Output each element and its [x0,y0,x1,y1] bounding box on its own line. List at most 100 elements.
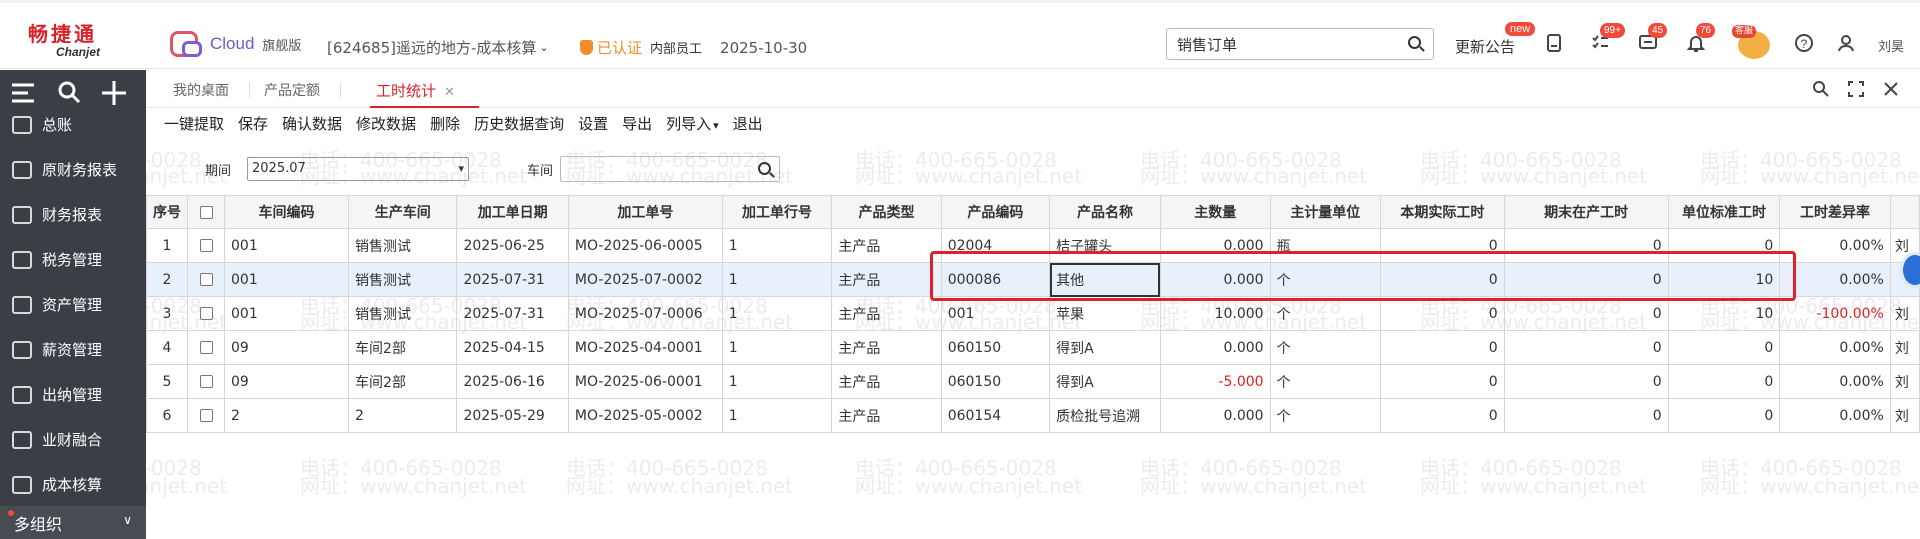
table-cell[interactable]: 销售测试 [348,228,458,263]
table-cell[interactable]: MO-2025-05-0002 [567,398,723,433]
table-cell[interactable]: 0.00% [1779,228,1891,263]
announcement-link[interactable]: 更新公告 new [1455,22,1536,57]
period-select[interactable]: 2025.07 ▾ [247,157,469,181]
tab-product-quota[interactable]: 产品定额 [264,80,320,100]
workshop-search-icon[interactable] [757,161,775,179]
table-cell[interactable]: 10 [1667,262,1781,297]
table-cell[interactable]: 1 [721,262,833,297]
menu-collapse-icon[interactable] [8,75,44,111]
search-icon[interactable] [1407,35,1425,53]
table-cell[interactable]: 个 [1269,330,1382,365]
table-cell[interactable]: 桔子罐头 [1049,228,1161,263]
table-cell[interactable]: 6 [146,398,188,433]
table-cell[interactable]: 2025-05-29 [456,398,569,433]
row-select-cell[interactable] [187,296,225,331]
sidebar-item-tax[interactable]: 税务管理 [0,237,146,282]
org-switcher[interactable]: 多组织 ∨ [0,506,146,539]
table-cell[interactable]: 0 [1380,330,1505,365]
table-row[interactable]: 5 09 车间2部 2025-06-16 MO-2025-06-0001 1 主产品 0601… [146,364,1920,399]
sidebar-item-assets[interactable]: 资产管理 [0,282,146,327]
col-header[interactable]: 加工单号 [567,195,723,229]
table-cell[interactable]: 个 [1269,296,1382,331]
tab-work-hours[interactable]: 工时统计 ✕ [370,80,479,108]
table-cell[interactable]: 0.00% [1779,262,1891,297]
sidebar-item-salary[interactable]: 薪资管理 [0,327,146,372]
table-row[interactable]: 3 001 销售测试 2025-07-31 MO-2025-07-0006 1 主产品 001… [146,296,1920,331]
table-cell[interactable]: 2025-04-15 [456,330,569,365]
user-icon[interactable] [1836,33,1856,53]
row-checkbox[interactable] [199,375,213,388]
table-cell[interactable]: 0 [1503,364,1669,399]
col-header[interactable]: 加工单日期 [456,195,569,229]
table-cell[interactable]: 0.00% [1779,364,1891,399]
table-cell[interactable]: 主产品 [831,330,942,365]
col-header[interactable]: 生产车间 [348,195,458,229]
table-cell[interactable]: 1 [721,364,833,399]
table-cell[interactable]: 0 [1667,364,1781,399]
tab-search-icon[interactable] [1812,80,1830,103]
table-cell[interactable]: 刘 [1889,364,1920,399]
table-cell[interactable]: 0.00% [1779,330,1891,365]
table-cell[interactable]: 1 [146,228,188,263]
table-cell[interactable]: 苹果 [1049,296,1161,331]
modify-data-button[interactable]: 修改数据 [356,113,416,135]
table-cell[interactable]: 4 [146,330,188,365]
col-header[interactable]: 主数量 [1159,195,1271,229]
global-search-input[interactable] [1167,29,1397,59]
table-cell[interactable]: 主产品 [831,398,942,433]
table-cell[interactable]: 车间2部 [348,330,458,365]
table-cell[interactable]: 2 [348,398,458,433]
sidebar-search-icon[interactable] [52,75,88,111]
row-checkbox[interactable] [199,239,213,252]
table-cell[interactable]: 09 [223,330,350,365]
table-cell[interactable]: 0.000 [1159,262,1271,297]
col-header[interactable]: 期末在产工时 [1503,195,1669,229]
customer-service-avatar[interactable]: 客服 [1732,25,1772,61]
table-cell[interactable]: 0 [1503,330,1669,365]
confirm-data-button[interactable]: 确认数据 [282,113,342,135]
table-cell[interactable]: 3 [146,296,188,331]
table-cell[interactable]: 0 [1380,262,1505,297]
table-cell[interactable]: 个 [1269,262,1382,297]
col-header[interactable]: 车间编码 [223,195,350,229]
col-header[interactable]: 主计量单位 [1269,195,1382,229]
table-cell[interactable]: 0.000 [1159,228,1271,263]
table-cell[interactable]: 1 [721,296,833,331]
table-row[interactable]: 4 09 车间2部 2025-04-15 MO-2025-04-0001 1 主产品 0601… [146,330,1920,365]
table-cell[interactable]: 001 [223,228,350,263]
chanjet-logo[interactable]: 畅捷通 Chanjet [28,23,128,59]
table-cell[interactable]: 0 [1380,364,1505,399]
table-cell[interactable]: MO-2025-07-0006 [567,296,723,331]
table-cell[interactable]: 10 [1667,296,1781,331]
extract-button[interactable]: 一键提取 [164,113,224,135]
history-query-button[interactable]: 历史数据查询 [474,113,564,135]
tab-desktop[interactable]: 我的桌面 [173,80,229,100]
table-cell[interactable]: 瓶 [1269,228,1382,263]
message-icon[interactable]: 45 [1638,23,1668,53]
table-cell[interactable]: 0 [1667,228,1781,263]
table-cell[interactable]: 2 [146,262,188,297]
table-cell[interactable]: 2025-06-16 [456,364,569,399]
col-header[interactable]: 序号 [146,195,188,229]
table-cell[interactable]: 得到A [1049,364,1161,399]
table-cell[interactable]: -100.00% [1779,296,1891,331]
table-cell[interactable]: 060154 [940,398,1051,433]
table-cell[interactable]: MO-2025-06-0005 [567,228,723,263]
select-all-checkbox[interactable] [199,205,213,219]
table-cell[interactable]: 000086 [940,262,1051,297]
table-cell[interactable]: 主产品 [831,296,942,331]
bell-icon[interactable]: 76 [1686,23,1716,53]
user-name[interactable]: 刘昊 [1878,36,1904,55]
table-cell[interactable]: 个 [1269,398,1382,433]
row-select-cell[interactable] [187,398,225,433]
table-cell[interactable]: 2025-06-25 [456,228,569,263]
table-cell[interactable]: 0 [1380,398,1505,433]
table-cell[interactable]: 车间2部 [348,364,458,399]
table-cell[interactable]: 0 [1503,398,1669,433]
row-checkbox[interactable] [199,341,213,354]
document-icon[interactable] [1544,33,1564,53]
table-cell[interactable]: 刘 [1889,296,1920,331]
table-cell[interactable]: 0.000 [1159,398,1271,433]
table-cell[interactable]: 0 [1503,296,1669,331]
table-cell[interactable]: 001 [223,262,350,297]
